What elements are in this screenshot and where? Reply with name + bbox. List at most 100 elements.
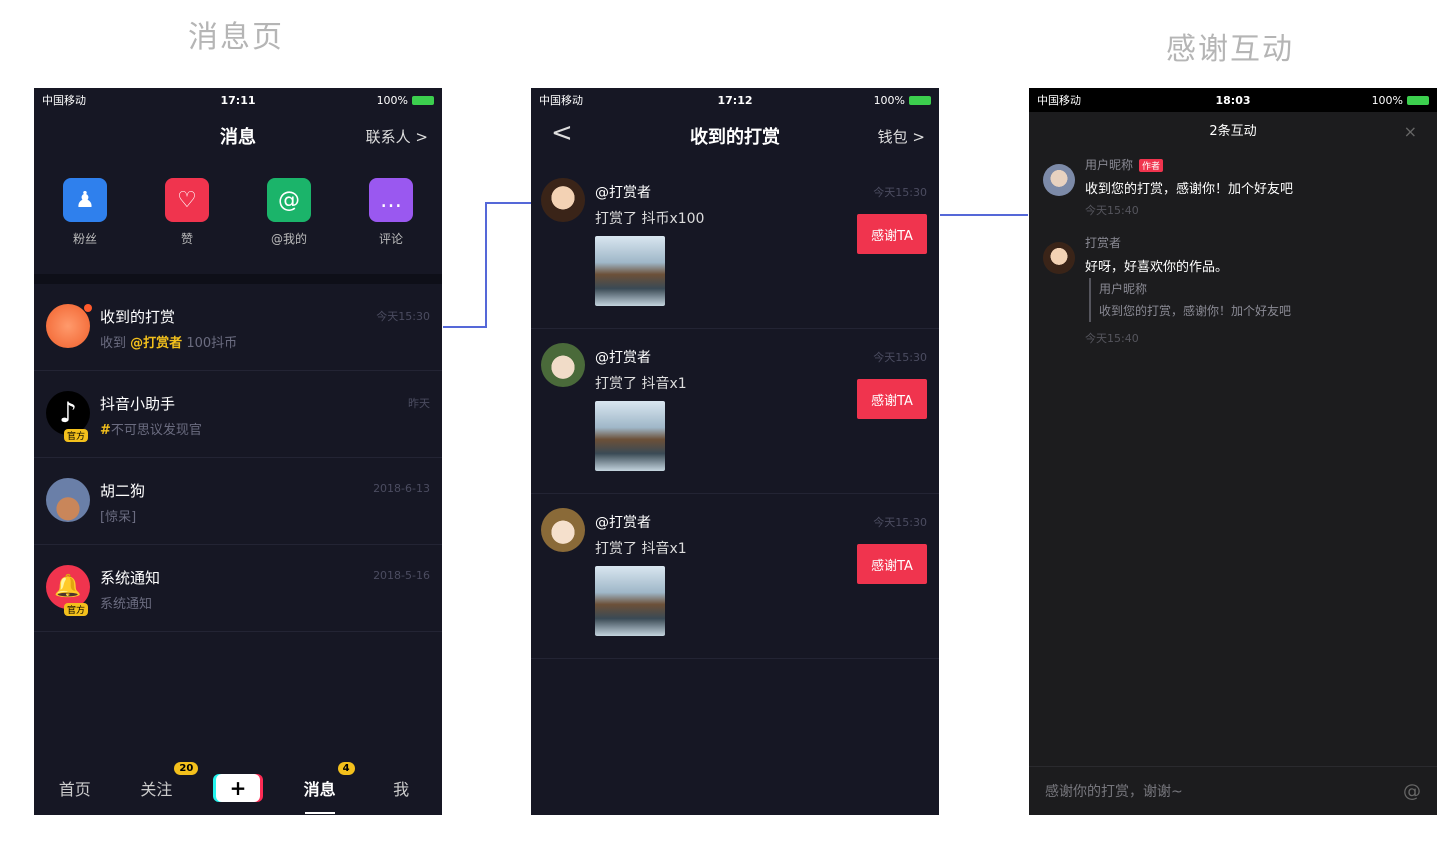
at-icon[interactable]: @ — [1403, 781, 1421, 802]
item-subtitle: 系统通知 — [100, 597, 153, 612]
thanks-button[interactable]: 感谢TA — [857, 214, 927, 254]
item-time: 2018-6-13 — [373, 482, 430, 495]
gift-user[interactable]: @打赏者 — [595, 347, 651, 367]
quick-label: 评论 — [378, 232, 403, 246]
reward-icon — [46, 304, 90, 348]
item-time: 昨天 — [408, 397, 430, 410]
quick-mentions[interactable]: @ @我的 — [238, 178, 340, 258]
comment-time: 今天15:40 — [1085, 332, 1139, 345]
video-thumbnail[interactable] — [595, 566, 665, 636]
tab-badge: 20 — [174, 762, 199, 775]
page-title: 收到的打赏 — [690, 127, 780, 148]
active-tab-indicator — [304, 812, 335, 814]
comment-time: 今天15:40 — [1085, 204, 1139, 217]
phone-rewards: 中国移动 17:12 100% < 收到的打赏 钱包 > @打赏者 打赏了 抖币… — [531, 88, 939, 815]
nav-bar: 消息 联系人 > — [34, 116, 442, 156]
wallet-link[interactable]: 钱包 > — [878, 126, 925, 147]
battery: 100% — [800, 93, 932, 107]
gift-text: 打赏了 抖音x1 — [595, 541, 687, 557]
list-item[interactable]: 收到的打赏 收到 @打赏者 100抖币 今天15:30 — [34, 284, 442, 371]
comment-item: 打赏者 好呀，好喜欢你的作品。 用户昵称 收到您的打赏，感谢你！加个好友吧 今天… — [1029, 234, 1437, 345]
item-title: 抖音小助手 — [100, 395, 176, 413]
video-thumbnail[interactable] — [595, 401, 665, 471]
gift-time: 今天15:30 — [873, 516, 927, 529]
gift-user[interactable]: @打赏者 — [595, 182, 651, 202]
quick-likes[interactable]: ♡ 赞 — [136, 178, 238, 258]
item-title: 系统通知 — [100, 569, 161, 587]
gift-item: @打赏者 打赏了 抖音x1 今天15:30 感谢TA — [531, 329, 939, 494]
tab-following[interactable]: 关注 20 — [116, 762, 199, 800]
tab-create[interactable]: + — [197, 774, 279, 802]
clock: 17:12 — [717, 93, 753, 107]
gift-time: 今天15:30 — [873, 186, 927, 199]
avatar[interactable] — [1043, 164, 1075, 196]
list-item[interactable]: 胡二狗 [惊呆] 2018-6-13 — [34, 458, 442, 545]
label-thanks-interaction: 感谢互动 — [1166, 32, 1294, 67]
back-icon[interactable]: < — [551, 118, 573, 148]
comment-author: 用户昵称 作者 — [1085, 156, 1164, 173]
avatar[interactable] — [541, 508, 585, 552]
quick-label: 粉丝 — [72, 232, 97, 246]
connector-line-1 — [443, 202, 487, 328]
battery-percent: 100% — [873, 93, 906, 107]
thanks-button[interactable]: 感谢TA — [857, 379, 927, 419]
item-subtitle: 收到 @打赏者 100抖币 — [100, 336, 238, 351]
tab-home[interactable]: 首页 — [34, 776, 116, 800]
avatar[interactable] — [1043, 242, 1075, 274]
comments-title: 2条互动 — [1209, 124, 1257, 139]
item-title: 胡二狗 — [100, 482, 146, 500]
video-thumbnail[interactable] — [595, 236, 665, 306]
official-badge: 官方 — [64, 429, 89, 442]
comments-header: 2条互动 × — [1029, 114, 1437, 150]
gift-text: 打赏了 抖音x1 — [595, 376, 687, 392]
item-title: 收到的打赏 — [100, 308, 176, 326]
thanks-button[interactable]: 感谢TA — [857, 544, 927, 584]
unread-dot — [84, 304, 92, 312]
quick-actions: ♟ 粉丝 ♡ 赞 @ @我的 … 评论 — [34, 178, 442, 258]
list-item[interactable]: 🔔 官方 系统通知 系统通知 2018-5-16 — [34, 545, 442, 632]
reply-bar: 感谢你的打赏，谢谢~ @ — [1029, 766, 1437, 815]
comment-item: 用户昵称 作者 收到您的打赏，感谢你！加个好友吧 今天15:40 — [1029, 156, 1437, 226]
item-subtitle: [惊呆] — [100, 510, 137, 525]
phone-thanks: 中国移动 18:03 100% 2条互动 × 用户昵称 作者 收到您的打赏，感谢你… — [1029, 88, 1437, 815]
list-item[interactable]: ♪ 官方 抖音小助手 #不可思议发现官 昨天 — [34, 371, 442, 458]
quick-label: 赞 — [180, 232, 193, 246]
gift-user[interactable]: @打赏者 — [595, 512, 651, 532]
gift-item: @打赏者 打赏了 抖币x100 今天15:30 感谢TA — [531, 164, 939, 329]
official-badge: 官方 — [64, 603, 89, 616]
connector-line-2 — [940, 214, 1028, 216]
quick-fans[interactable]: ♟ 粉丝 — [34, 178, 136, 258]
contacts-link[interactable]: 联系人 > — [366, 126, 428, 147]
comment-text: 好呀，好喜欢你的作品。 — [1085, 260, 1229, 275]
avatar[interactable] — [541, 178, 585, 222]
battery: 100% — [1298, 93, 1430, 107]
carrier: 中国移动 — [42, 94, 86, 107]
fans-icon: ♟ — [63, 178, 107, 222]
comment-icon: … — [369, 178, 413, 222]
gift-text: 打赏了 抖币x100 — [595, 211, 705, 227]
comment-author: 打赏者 — [1085, 236, 1122, 250]
close-icon[interactable]: × — [1404, 114, 1417, 150]
battery: 100% — [303, 93, 435, 107]
clock: 17:11 — [220, 93, 256, 107]
battery-icon — [909, 96, 932, 105]
tab-bar: 首页 关注 20 + 消息 4 我 — [34, 761, 442, 815]
tab-messages[interactable]: 消息 4 — [279, 762, 361, 814]
gift-time: 今天15:30 — [873, 351, 927, 364]
connector-line-1v — [485, 202, 533, 328]
status-bar: 中国移动 17:11 100% — [34, 88, 442, 112]
battery-percent: 100% — [1371, 93, 1404, 107]
author-tag: 作者 — [1139, 159, 1164, 172]
battery-icon — [412, 96, 435, 105]
reply-input[interactable]: 感谢你的打赏，谢谢~ — [1045, 781, 1403, 801]
nav-bar: < 收到的打赏 钱包 > — [531, 116, 939, 156]
quick-comments[interactable]: … 评论 — [340, 178, 442, 258]
section-divider — [34, 274, 442, 284]
avatar[interactable] — [541, 343, 585, 387]
battery-percent: 100% — [376, 93, 409, 107]
plus-icon: + — [215, 774, 260, 802]
carrier: 中国移动 — [1037, 94, 1081, 107]
tab-me[interactable]: 我 — [360, 776, 442, 800]
carrier: 中国移动 — [539, 94, 583, 107]
at-icon: @ — [267, 178, 311, 222]
